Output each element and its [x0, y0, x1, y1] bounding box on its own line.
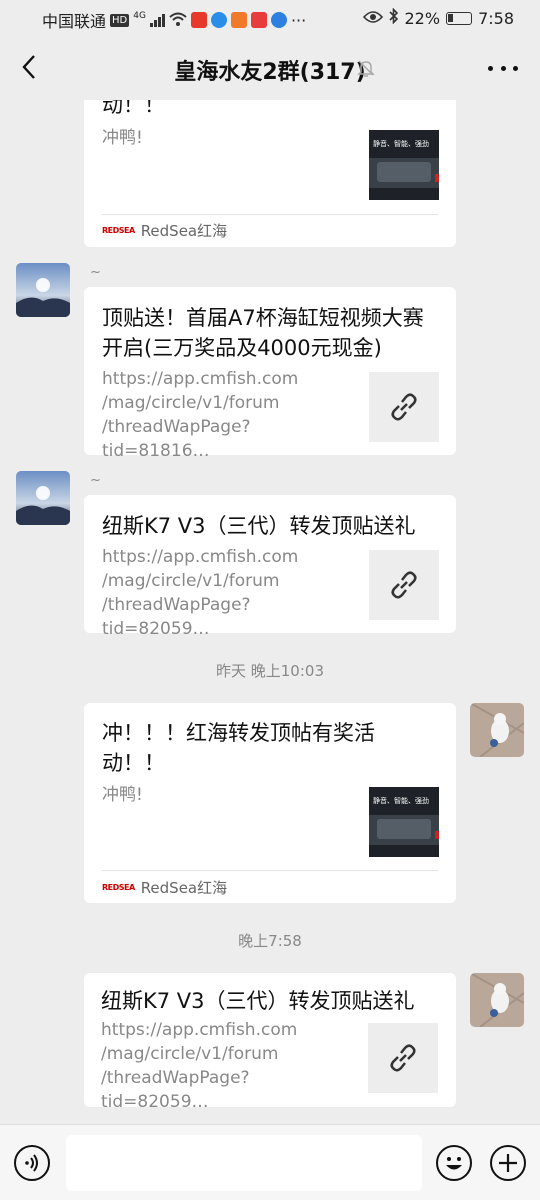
network-type: 4G [133, 11, 146, 21]
card-url: https://app.cmfish.com /mag/circle/v1/fo… [102, 369, 299, 461]
card-description: 冲鸭! [102, 785, 143, 805]
chat-messages[interactable]: 动！！ 冲鸭! 静音、智能、强劲 REDSEA RedSea红海 ~ 顶贴送！首… [0, 100, 540, 1124]
message-timestamp: 昨天 晚上10:03 [216, 662, 324, 680]
card-divider [102, 214, 438, 215]
card-title: 纽斯K7 V3（三代）转发顶贴送礼 [101, 989, 415, 1013]
article-thumbnail: 静音、智能、强劲 [369, 130, 439, 200]
article-source: REDSEA RedSea红海 [102, 220, 227, 241]
redsea-logo-icon: REDSEA [102, 226, 135, 235]
message-card-link[interactable]: 纽斯K7 V3（三代）转发顶贴送礼 https://app.cmfish.com… [84, 495, 456, 639]
link-icon [369, 372, 439, 442]
message-card-link[interactable]: 顶贴送！首届A7杯海缸短视频大赛开启(三万奖品及4000元现金) https:/… [84, 287, 456, 461]
card-divider [102, 870, 438, 871]
card-title: 动！！ [102, 100, 165, 117]
sender-nickname: ~ [90, 473, 101, 488]
my-avatar[interactable] [470, 973, 524, 1027]
bluetooth-icon [388, 7, 399, 28]
hd-badge: HD [110, 13, 130, 27]
message-input[interactable] [66, 1135, 422, 1191]
input-bar [0, 1124, 540, 1200]
dot-icon [513, 65, 518, 71]
mute-bell-icon [356, 58, 376, 82]
source-name: RedSea红海 [140, 879, 228, 897]
link-icon [369, 550, 439, 620]
browser-icon [210, 12, 227, 28]
carrier-label: 中国联通 [42, 12, 107, 31]
message-card-link[interactable]: 动！！ 冲鸭! 静音、智能、强劲 REDSEA RedSea红海 [84, 100, 456, 247]
chat-header: 皇海水友2群(317) [0, 36, 540, 100]
plus-icon [499, 1154, 517, 1172]
signal-icon [149, 13, 165, 27]
more-notifications-icon: ··· [290, 10, 307, 30]
card-title: 纽斯K7 V3（三代）转发顶贴送礼 [102, 514, 416, 538]
card-url: https://app.cmfish.com /mag/circle/v1/fo… [102, 547, 299, 639]
message-card-link[interactable]: 冲！！！红海转发顶帖有奖活动！！ 冲鸭! 静音、智能、强劲 REDSEA Red… [84, 703, 456, 903]
card-description: 冲鸭! [102, 128, 143, 148]
clock: 7:58 [478, 8, 514, 28]
message-timestamp: 晚上7:58 [238, 932, 302, 950]
my-avatar[interactable] [470, 703, 524, 757]
sender-nickname: ~ [90, 265, 101, 280]
emoji-button[interactable] [436, 1145, 472, 1181]
sender-avatar[interactable] [16, 263, 70, 317]
smiley-icon [446, 1157, 462, 1170]
card-url: https://app.cmfish.com /mag/circle/v1/fo… [101, 1020, 298, 1112]
chat-title: 皇海水友2群(317) [174, 60, 366, 85]
tips-icon [270, 12, 287, 28]
wifi-icon [169, 11, 187, 30]
reader-icon [250, 12, 267, 28]
link-icon [368, 1023, 438, 1093]
thumbnail-caption: 静音、智能、强劲 [373, 797, 429, 805]
weibo-icon [190, 12, 207, 28]
more-actions-button[interactable] [490, 1145, 526, 1181]
article-source: REDSEA RedSea红海 [102, 877, 227, 898]
eye-icon [362, 9, 383, 28]
article-thumbnail: 静音、智能、强劲 [369, 787, 439, 857]
app-notification-icon [230, 12, 247, 28]
voice-input-button[interactable] [14, 1145, 50, 1181]
source-name: RedSea红海 [140, 222, 228, 240]
dot-icon [500, 65, 506, 71]
more-options-button[interactable] [488, 56, 518, 80]
card-title: 顶贴送！首届A7杯海缸短视频大赛开启(三万奖品及4000元现金) [102, 306, 424, 360]
thumbnail-caption: 静音、智能、强劲 [373, 140, 429, 148]
voice-icon [25, 1154, 38, 1172]
battery-icon [446, 11, 473, 25]
battery-percent: 22% [404, 8, 441, 28]
redsea-logo-icon: REDSEA [102, 883, 135, 892]
card-title: 冲！！！红海转发顶帖有奖活动！！ [102, 721, 375, 775]
sender-avatar[interactable] [16, 471, 70, 525]
dot-icon [488, 65, 493, 71]
message-card-link[interactable]: 纽斯K7 V3（三代）转发顶贴送礼 https://app.cmfish.com… [84, 973, 456, 1112]
status-bar: 中国联通 HD 4G ··· 22% 7:58 [0, 0, 540, 36]
